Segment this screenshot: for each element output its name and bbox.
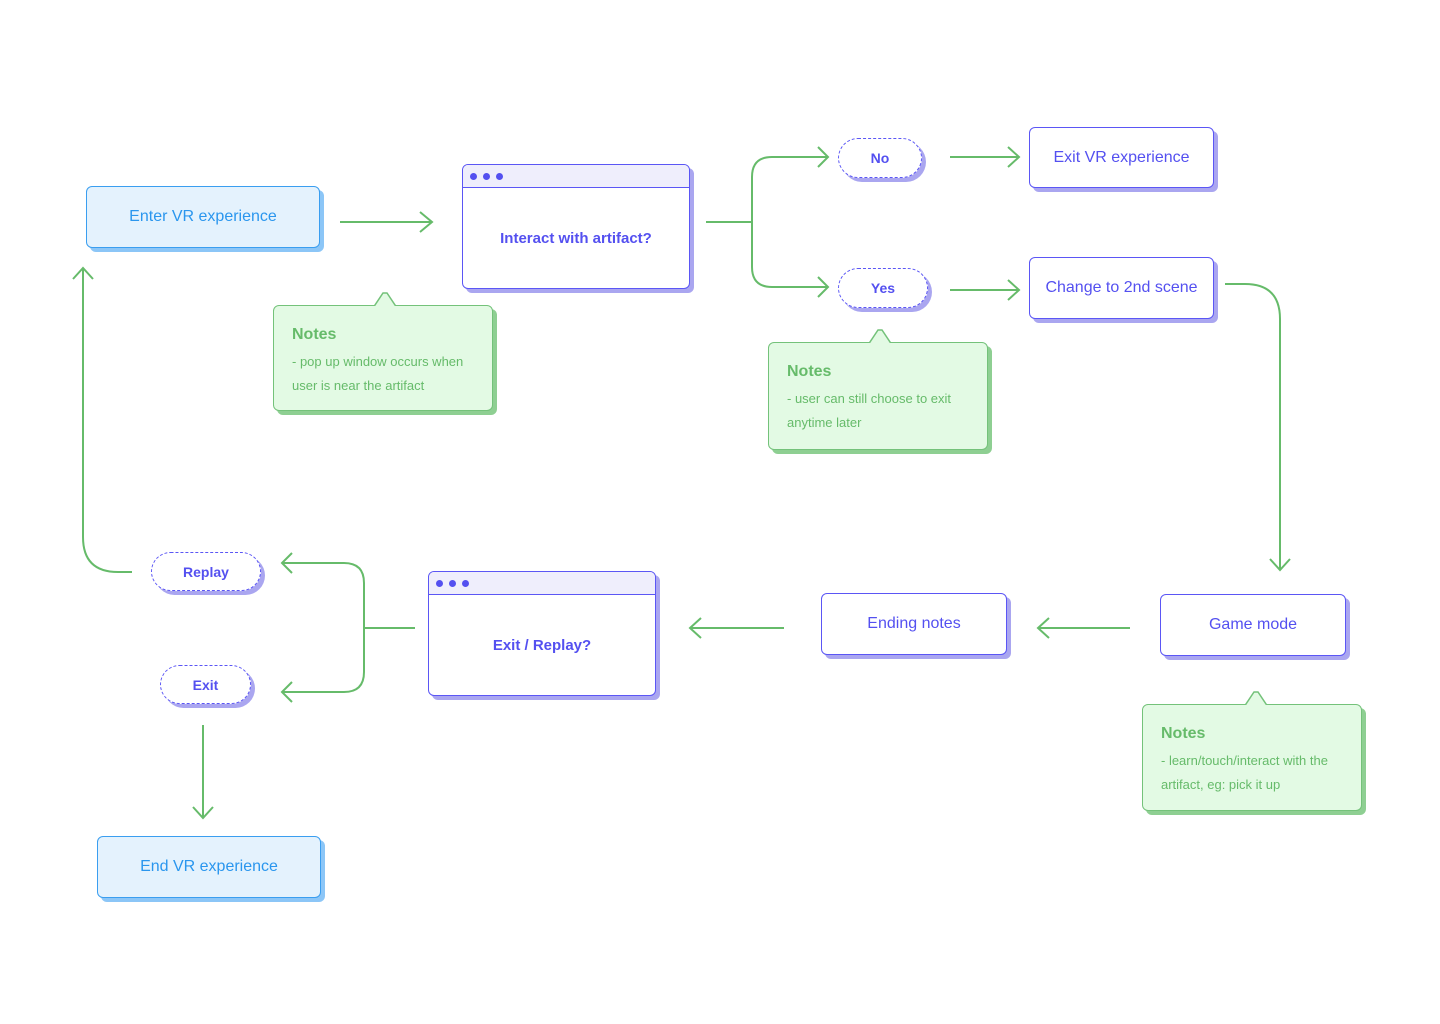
dot-icon (462, 579, 469, 587)
end-vr-label: End VR experience (140, 858, 278, 875)
arrow-replay-to-enter (72, 266, 132, 573)
change-scene-label: Change to 2nd scene (1045, 279, 1198, 296)
dot-icon (483, 172, 490, 180)
note-interact: Notes - pop up window occurs when user i… (273, 292, 493, 411)
interact-label: Interact with artifact? (500, 229, 652, 247)
arrow-no-to-exit (950, 146, 1021, 168)
no-option[interactable]: No (838, 138, 922, 178)
enter-vr-node[interactable]: Enter VR experience (86, 186, 320, 248)
exit-label: Exit (192, 676, 219, 693)
no-label: No (870, 150, 890, 166)
change-scene-node[interactable]: Change to 2nd scene (1029, 257, 1214, 319)
note-pointer (1245, 691, 1267, 705)
note-title: Notes (1161, 725, 1206, 742)
arrow-ending-to-exitreplay (688, 617, 784, 639)
dot-icon (470, 172, 477, 180)
arrow-enter-to-interact (340, 211, 434, 233)
exit-replay-window-node[interactable]: Exit / Replay? (428, 571, 656, 696)
arrow-game-to-ending (1036, 617, 1130, 639)
yes-label: Yes (870, 280, 896, 296)
enter-vr-label: Enter VR experience (129, 208, 277, 225)
replay-label: Replay (183, 563, 229, 580)
exit-vr-node[interactable]: Exit VR experience (1029, 127, 1214, 188)
note-title: Notes (292, 326, 337, 343)
note-body: - user can still choose to exit anytime … (787, 391, 952, 430)
window-header (429, 572, 655, 595)
branch-interact (706, 146, 830, 298)
note-game-mode: Notes - learn/touch/interact with the ar… (1142, 691, 1362, 811)
yes-option[interactable]: Yes (838, 268, 928, 308)
note-body: - learn/touch/interact with the artifact… (1161, 753, 1328, 792)
replay-option[interactable]: Replay (151, 552, 261, 591)
note-pointer (869, 329, 891, 343)
ending-notes-label: Ending notes (867, 615, 961, 632)
game-mode-node[interactable]: Game mode (1160, 594, 1346, 656)
exit-option[interactable]: Exit (160, 665, 251, 704)
window-header (463, 165, 689, 188)
exit-replay-label: Exit / Replay? (492, 636, 592, 654)
branch-exitreplay (280, 552, 415, 703)
note-title: Notes (787, 363, 832, 380)
arrow-exit-to-end (192, 725, 214, 820)
ending-notes-node[interactable]: Ending notes (821, 593, 1007, 655)
game-mode-label: Game mode (1208, 616, 1298, 633)
note-pointer (374, 292, 396, 306)
arrow-yes-to-change (950, 279, 1021, 301)
dot-icon (496, 172, 503, 180)
arrow-change-to-game (1225, 283, 1291, 572)
end-vr-node[interactable]: End VR experience (97, 836, 321, 898)
note-body: - pop up window occurs when user is near… (292, 354, 464, 393)
exit-vr-label: Exit VR experience (1053, 148, 1190, 166)
interact-window-node[interactable]: Interact with artifact? (462, 164, 690, 289)
note-yes: Notes - user can still choose to exit an… (768, 329, 988, 450)
dot-icon (449, 579, 456, 587)
dot-icon (436, 579, 443, 587)
